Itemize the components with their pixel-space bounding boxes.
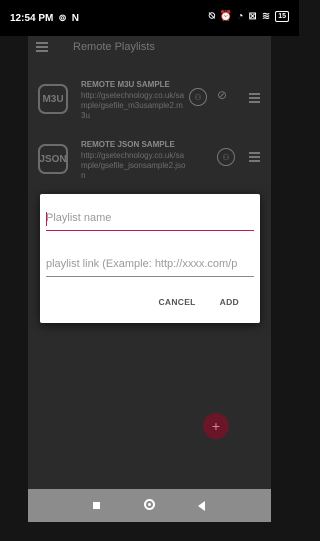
m3u-badge-icon: M3U bbox=[38, 84, 68, 114]
add-button[interactable]: ADD bbox=[220, 297, 239, 311]
playlist-title: REMOTE JSON SAMPLE bbox=[81, 140, 175, 149]
playlist-title: REMOTE M3U SAMPLE bbox=[81, 80, 170, 89]
add-playlist-dialog: CANCEL ADD bbox=[40, 194, 260, 323]
text-cursor bbox=[46, 212, 47, 226]
family-icon[interactable]: ⚇ bbox=[217, 148, 235, 166]
n-icon: N bbox=[71, 13, 79, 24]
toolbar: Remote Playlists bbox=[28, 36, 271, 62]
playlist-url: http://gsetechnology.co.uk/sample/gsefil… bbox=[81, 151, 186, 180]
drag-handle-icon[interactable] bbox=[249, 93, 260, 103]
playlist-url: http://gsetechnology.co.uk/sample/gsefil… bbox=[81, 91, 185, 120]
back-icon[interactable] bbox=[198, 501, 205, 511]
home-icon[interactable] bbox=[144, 499, 155, 510]
page-title: Remote Playlists bbox=[73, 41, 155, 53]
cancel-button[interactable]: CANCEL bbox=[158, 297, 195, 311]
drag-handle-icon[interactable] bbox=[249, 152, 260, 162]
data-saver-icon: ◔ bbox=[237, 11, 244, 22]
playlist-item[interactable]: JSON REMOTE JSON SAMPLE http://gsetechno… bbox=[28, 134, 271, 190]
playlist-name-input[interactable] bbox=[46, 208, 254, 224]
navigation-bar bbox=[28, 489, 271, 522]
playlist-item[interactable]: M3U REMOTE M3U SAMPLE http://gsetechnolo… bbox=[28, 74, 271, 130]
add-playlist-fab[interactable]: + bbox=[203, 413, 229, 439]
json-badge-icon: JSON bbox=[38, 144, 68, 174]
status-bar: 12:54 PM ⊚ N ⍉ ⏰ ◔ ⊠ ≋ 15 bbox=[0, 0, 299, 36]
visibility-off-icon[interactable]: ⊘ bbox=[217, 88, 227, 102]
alarm-off-icon: ⍉ bbox=[208, 11, 215, 22]
alarm-icon: ⏰ bbox=[219, 11, 233, 22]
status-left: 12:54 PM ⊚ N bbox=[10, 13, 79, 24]
cast-icon: ⊚ bbox=[58, 13, 67, 24]
status-right: ⍉ ⏰ ◔ ⊠ ≋ 15 bbox=[209, 11, 289, 22]
recents-icon[interactable] bbox=[93, 502, 100, 509]
wifi-icon: ≋ bbox=[261, 11, 271, 22]
menu-icon[interactable] bbox=[36, 42, 48, 52]
close-box-icon: ⊠ bbox=[248, 11, 257, 22]
playlist-link-input[interactable] bbox=[46, 254, 254, 270]
clock: 12:54 PM bbox=[10, 13, 54, 24]
playlist-link-field[interactable] bbox=[46, 254, 254, 277]
family-icon[interactable]: ⚇ bbox=[189, 88, 207, 106]
dialog-actions: CANCEL ADD bbox=[158, 297, 260, 311]
battery-icon: 15 bbox=[275, 11, 289, 22]
playlist-name-field[interactable] bbox=[46, 208, 254, 231]
